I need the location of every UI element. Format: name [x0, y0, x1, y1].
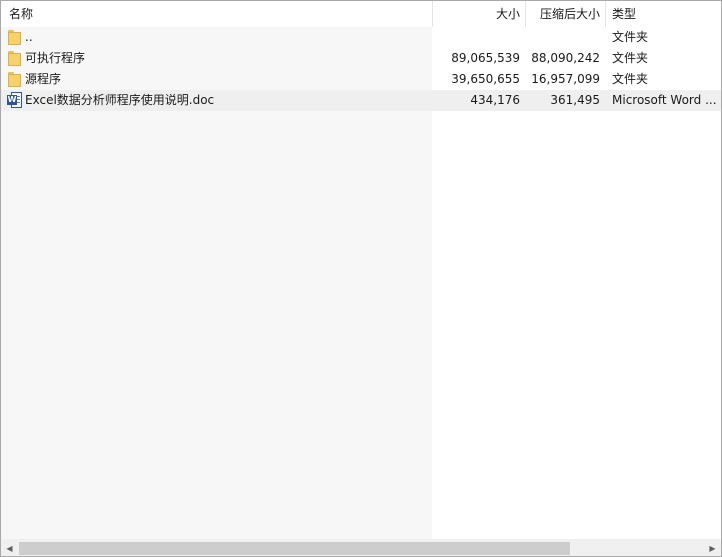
file-name: 源程序: [25, 72, 62, 86]
scrollbar-thumb[interactable]: [19, 542, 570, 555]
file-type: 文件夹: [612, 51, 649, 65]
file-size: 89,065,539: [451, 51, 520, 65]
file-name: Excel数据分析师程序使用说明.doc: [25, 93, 215, 107]
file-list: .. 文件夹 可执行程序 89,065,539 88,090,242 文件夹 源…: [1, 27, 721, 111]
list-item-folder[interactable]: 可执行程序 89,065,539 88,090,242 文件夹: [1, 48, 721, 69]
file-type: 文件夹: [612, 72, 649, 86]
file-packed-size: 16,957,099: [531, 72, 600, 86]
column-header-type[interactable]: 类型: [612, 1, 712, 27]
column-header-bar: 名称 ^ 大小 压缩后大小 类型: [1, 1, 721, 27]
sort-ascending-icon: ^: [213, 0, 223, 8]
file-packed-size: 88,090,242: [531, 51, 600, 65]
file-size: 434,176: [470, 93, 520, 107]
file-packed-size: 361,495: [550, 93, 600, 107]
column-header-size[interactable]: 大小: [433, 1, 520, 27]
column-header-name[interactable]: 名称: [9, 1, 209, 27]
column-divider[interactable]: [605, 1, 606, 27]
file-packed-size: [526, 27, 600, 48]
file-list-window: 名称 ^ 大小 压缩后大小 类型 .. 文件夹 可执行程序 89,065,539…: [0, 0, 722, 557]
horizontal-scrollbar[interactable]: ◀ ▶: [1, 539, 721, 556]
list-item-parent-folder[interactable]: .. 文件夹: [1, 27, 721, 48]
file-size: 39,650,655: [451, 72, 520, 86]
file-name: ..: [25, 30, 33, 44]
file-name: 可执行程序: [25, 51, 86, 65]
scroll-left-icon[interactable]: ◀: [1, 540, 18, 556]
file-size: [433, 27, 520, 48]
file-type: Microsoft Word ...: [612, 93, 717, 107]
scroll-right-icon[interactable]: ▶: [704, 540, 721, 556]
file-type: 文件夹: [612, 30, 649, 44]
column-header-packed-size[interactable]: 压缩后大小: [526, 1, 600, 27]
list-item-file[interactable]: W Excel数据分析师程序使用说明.doc 434,176 361,495 M…: [1, 90, 721, 111]
list-item-folder[interactable]: 源程序 39,650,655 16,957,099 文件夹: [1, 69, 721, 90]
